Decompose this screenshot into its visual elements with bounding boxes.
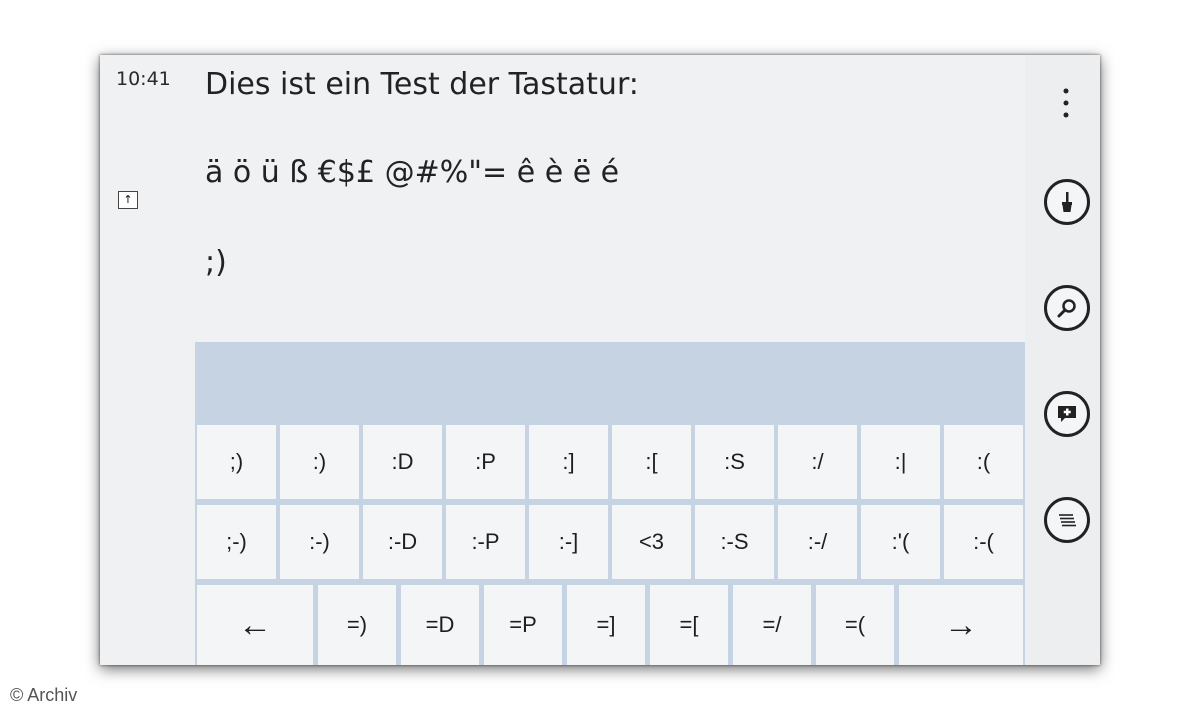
emoticon-keyboard: ;) :) :D :P :] :[ :S :/ :| :( ;-) :-) :-…	[195, 422, 1025, 665]
key-row3-5[interactable]: =[	[650, 585, 728, 665]
key-row2-5[interactable]: :-]	[529, 505, 608, 579]
key-row3-2[interactable]: =D	[401, 585, 479, 665]
suggestion-bar	[195, 342, 1025, 422]
key-row2-7[interactable]: :-S	[695, 505, 774, 579]
key-row1-7[interactable]: :S	[695, 425, 774, 499]
list-icon	[1059, 514, 1076, 527]
status-clock: 10:41	[116, 68, 171, 90]
key-row1-1[interactable]: ;)	[197, 425, 276, 499]
forward-arrow-key[interactable]: →	[899, 585, 1023, 665]
key-row3-1[interactable]: =)	[318, 585, 396, 665]
key-row2-10[interactable]: :-(	[944, 505, 1023, 579]
comment-add-icon	[1058, 406, 1076, 422]
key-row1-8[interactable]: :/	[778, 425, 857, 499]
brush-button[interactable]	[1044, 179, 1090, 225]
key-row3-7[interactable]: =(	[816, 585, 894, 665]
key-row1-10[interactable]: :(	[944, 425, 1023, 499]
text-editor[interactable]: Dies ist ein Test der Tastatur: ä ö ü ß …	[205, 55, 1005, 345]
key-row2-4[interactable]: :-P	[446, 505, 525, 579]
phone-screen: 10:41 ↑ Dies ist ein Test der Tastatur: …	[100, 55, 1100, 665]
key-row2-8[interactable]: :-/	[778, 505, 857, 579]
text-line-1: Dies ist ein Test der Tastatur:	[205, 67, 639, 102]
key-row1-3[interactable]: :D	[363, 425, 442, 499]
key-row3-3[interactable]: =P	[484, 585, 562, 665]
key-row1-2[interactable]: :)	[280, 425, 359, 499]
add-comment-button[interactable]	[1044, 391, 1090, 437]
key-row3-6[interactable]: =/	[733, 585, 811, 665]
key-row1-4[interactable]: :P	[446, 425, 525, 499]
caps-lock-indicator-icon: ↑	[118, 191, 138, 209]
more-options-icon[interactable]	[1025, 85, 1100, 125]
app-bar	[1025, 55, 1100, 665]
key-row1-6[interactable]: :[	[612, 425, 691, 499]
key-row2-1[interactable]: ;-)	[197, 505, 276, 579]
brush-icon	[1062, 192, 1072, 212]
text-line-2: ä ö ü ß €$£ @#%"= ê è ë é	[205, 155, 620, 190]
key-row2-2[interactable]: :-)	[280, 505, 359, 579]
copyright-watermark: © Archiv	[10, 685, 78, 705]
key-row1-5[interactable]: :]	[529, 425, 608, 499]
key-row2-9[interactable]: :'(	[861, 505, 940, 579]
text-line-3: ;)	[205, 245, 227, 280]
back-arrow-key[interactable]: ←	[197, 585, 313, 665]
key-row3-4[interactable]: =]	[567, 585, 645, 665]
list-button[interactable]	[1044, 497, 1090, 543]
key-row1-9[interactable]: :|	[861, 425, 940, 499]
key-row2-6[interactable]: <3	[612, 505, 691, 579]
key-row2-3[interactable]: :-D	[363, 505, 442, 579]
search-button[interactable]	[1044, 285, 1090, 331]
search-icon	[1057, 299, 1076, 318]
